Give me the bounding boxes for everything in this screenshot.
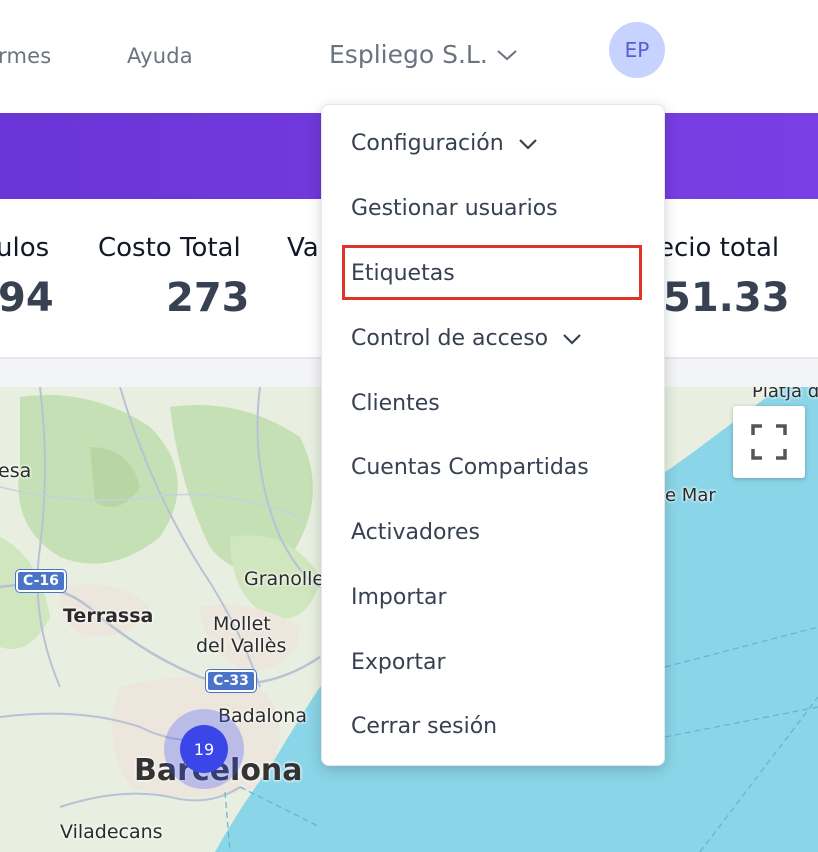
menu-item-gestionar-usuarios[interactable]: Gestionar usuarios <box>351 196 558 221</box>
stat-label-precio-total: ecio total <box>658 233 780 263</box>
road-badge-c33: C-33 <box>206 670 256 692</box>
stat-label: ulos <box>0 233 50 263</box>
menu-item-label: Control de acceso <box>351 326 549 351</box>
stat-value-precio-total: 51.33 <box>663 275 790 321</box>
chevron-down-icon <box>518 138 537 150</box>
nav-link-ayuda[interactable]: Ayuda <box>127 44 193 68</box>
menu-item-clientes[interactable]: Clientes <box>351 391 440 416</box>
menu-item-label: Configuración <box>351 131 504 156</box>
map-label-mollet: Mollet <box>213 613 271 635</box>
road-badge-c16: C-16 <box>16 570 66 592</box>
chevron-down-icon <box>563 333 581 345</box>
map-label: esa <box>0 460 32 482</box>
nav-link-informes[interactable]: rmes <box>0 44 51 68</box>
menu-item-configuracion[interactable]: Configuración <box>351 131 538 156</box>
company-selector[interactable]: Espliego S.L. <box>329 40 518 69</box>
stat-label: Va <box>287 233 319 263</box>
stat-value: 94 <box>0 275 54 321</box>
stat-label-costo-total: Costo Total <box>98 233 241 263</box>
menu-item-importar[interactable]: Importar <box>351 585 447 610</box>
fullscreen-button[interactable] <box>733 406 805 478</box>
menu-item-label: Cuentas Compartidas <box>351 455 589 480</box>
stat-value-costo-total: 273 <box>166 275 250 321</box>
map-label-platja: Platja d <box>752 387 818 402</box>
menu-item-cerrar-sesion[interactable]: Cerrar sesión <box>351 714 497 739</box>
map-label-de-mar: e Mar <box>665 485 716 506</box>
menu-item-activadores[interactable]: Activadores <box>351 520 480 545</box>
menu-item-label: Exportar <box>351 650 446 675</box>
menu-item-label: Activadores <box>351 520 480 545</box>
highlight-box <box>342 245 642 300</box>
map-label-viladecans: Viladecans <box>60 821 163 843</box>
menu-item-control-de-acceso[interactable]: Control de acceso <box>351 326 582 351</box>
avatar[interactable]: EP <box>609 22 665 78</box>
map-label-mollet-valles: del Vallès <box>196 635 287 657</box>
map-label-terrassa: Terrassa <box>63 605 154 627</box>
fullscreen-icon <box>751 424 787 460</box>
menu-item-cuentas-compartidas[interactable]: Cuentas Compartidas <box>351 455 589 480</box>
company-name: Espliego S.L. <box>329 40 488 69</box>
user-dropdown-menu: Configuración Gestionar usuarios Etiquet… <box>321 104 665 766</box>
chevron-down-icon <box>497 49 517 60</box>
menu-item-label: Gestionar usuarios <box>351 196 558 221</box>
menu-item-label: Importar <box>351 585 447 610</box>
menu-item-exportar[interactable]: Exportar <box>351 650 446 675</box>
map-label-granollers: Granolle <box>244 568 325 590</box>
menu-item-label: Clientes <box>351 391 440 416</box>
marker-cluster[interactable]: 19 <box>180 725 228 773</box>
menu-item-label: Cerrar sesión <box>351 714 498 739</box>
top-navbar: rmes Ayuda Espliego S.L. EP <box>0 0 818 113</box>
